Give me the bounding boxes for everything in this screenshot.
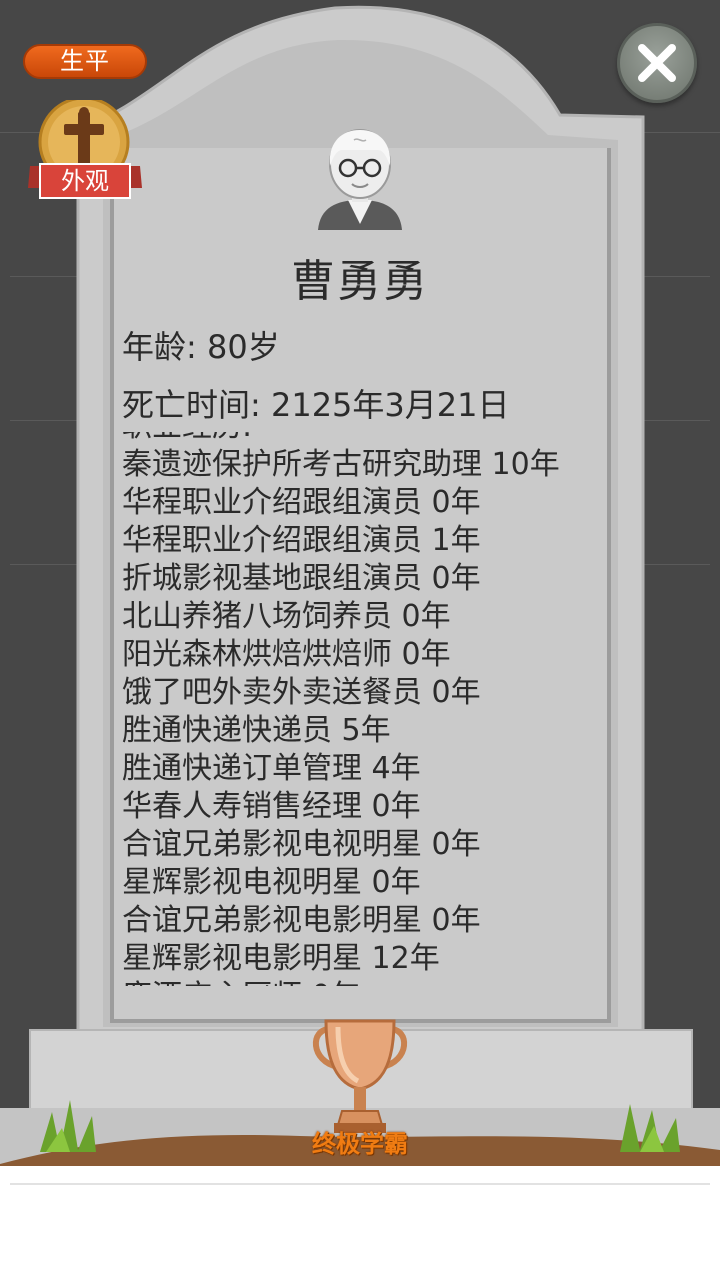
career-item: 合谊兄弟影视电视明星 0年 xyxy=(122,827,481,862)
career-scroll-list[interactable]: 职业经历: 秦遗迹保护所考古研究助理 10年 华程职业介绍跟组演员 0年 华程职… xyxy=(122,432,602,986)
deceased-name: 曹勇勇 xyxy=(291,256,429,307)
career-item: 星辉影视电影明星 12年 xyxy=(122,941,440,976)
death-time-value: 2125年3月21日 xyxy=(270,386,510,424)
career-item: 合谊兄弟影视电影明星 0年 xyxy=(122,903,481,938)
appearance-button[interactable]: 外观 xyxy=(26,100,144,202)
age-label: 年龄: xyxy=(122,328,197,366)
close-button[interactable] xyxy=(617,23,697,103)
career-item: 北山养猪八场饲养员 0年 xyxy=(122,599,451,634)
career-item: 华程职业介绍跟组演员 0年 xyxy=(122,485,481,520)
career-item: 折城影视基地跟组演员 0年 xyxy=(122,561,481,596)
age-row: 年龄: 80岁 xyxy=(122,322,280,368)
career-item: 鹿酒庄主厨师 0年 xyxy=(122,978,560,986)
age-value: 80岁 xyxy=(206,328,280,366)
career-item: 阳光森林烘焙烘焙师 0年 xyxy=(122,637,451,672)
career-item: 胜通快递快递员 5年 xyxy=(122,713,391,748)
appearance-label: 外观 xyxy=(61,167,109,195)
achievement-title: 终极学霸 xyxy=(312,1130,408,1158)
close-icon xyxy=(638,44,676,82)
death-time-row: 死亡时间: 2125年3月21日 xyxy=(122,380,510,426)
career-item: 华春人寿销售经理 0年 xyxy=(122,789,421,824)
career-item: 华程职业介绍跟组演员 1年 xyxy=(122,523,481,558)
career-heading: 职业经历: xyxy=(122,432,560,446)
death-time-label: 死亡时间: xyxy=(122,386,261,424)
biography-tab[interactable]: 生平 xyxy=(23,44,147,79)
career-list: 职业经历: 秦遗迹保护所考古研究助理 10年 华程职业介绍跟组演员 0年 华程职… xyxy=(122,432,560,986)
career-item: 饿了吧外卖外卖送餐员 0年 xyxy=(122,675,481,710)
elder-avatar-icon xyxy=(318,129,402,230)
career-item: 星辉影视电视明星 0年 xyxy=(122,865,421,900)
trophy-icon[interactable] xyxy=(308,1015,412,1139)
career-item: 秦遗迹保护所考古研究助理 10年 xyxy=(122,447,560,482)
career-item: 胜通快递订单管理 4年 xyxy=(122,751,421,786)
divider xyxy=(10,1183,710,1185)
